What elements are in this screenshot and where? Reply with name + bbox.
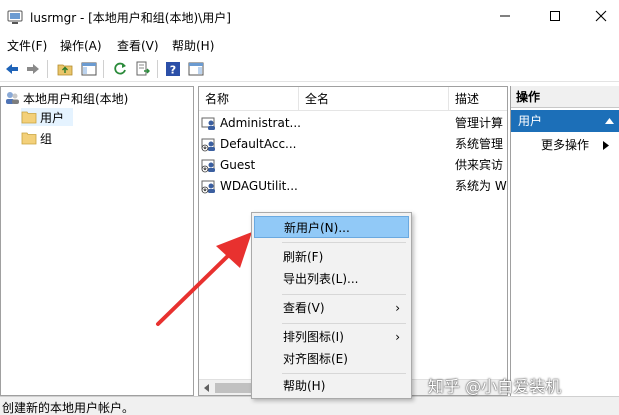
show-pane-icon	[81, 62, 97, 76]
submenu-chevron-icon: ›	[395, 330, 400, 344]
ctx-export-list-label: 导出列表(L)...	[283, 272, 359, 286]
close-button[interactable]	[578, 0, 619, 32]
show-action-pane-button[interactable]	[186, 59, 206, 79]
column-header-description[interactable]: 描述	[449, 87, 507, 111]
user-row-guest[interactable]: Guest	[201, 155, 255, 175]
tree-item-users[interactable]: 用户	[21, 108, 73, 126]
status-text: 创建新的本地用户帐户。	[2, 401, 135, 415]
menu-bar: 文件(F) 操作(A) 查看(V) 帮助(H)	[0, 34, 619, 56]
collapse-up-icon	[605, 118, 614, 124]
toolbar: ?	[0, 56, 619, 82]
user-name: Administrat...	[220, 116, 301, 130]
column-header-fullname[interactable]: 全名	[299, 87, 449, 111]
context-menu: 新用户(N)... 刷新(F) 导出列表(L)... 查看(V) › 排列图标(…	[251, 212, 412, 399]
minimize-button[interactable]	[482, 0, 528, 32]
up-one-level-button[interactable]	[55, 59, 75, 79]
folder-icon	[21, 132, 37, 145]
maximize-icon	[550, 11, 560, 21]
menu-action[interactable]: 操作(A)	[60, 37, 102, 54]
ctx-refresh[interactable]: 刷新(F)	[254, 246, 409, 268]
back-arrow-icon	[6, 64, 18, 74]
ctx-refresh-label: 刷新(F)	[283, 250, 324, 264]
user-row-defaultaccount[interactable]: DefaultAcc...	[201, 134, 296, 154]
tree-root-label: 本地用户和组(本地)	[23, 91, 129, 106]
export-list-icon	[136, 61, 150, 76]
watermark: 知乎 @小白爱装机	[428, 377, 562, 396]
menu-view[interactable]: 查看(V)	[117, 37, 159, 54]
refresh-button[interactable]	[110, 59, 130, 79]
menu-help[interactable]: 帮助(H)	[172, 37, 214, 54]
ctx-new-user[interactable]: 新用户(N)...	[254, 216, 409, 238]
ctx-new-user-label: 新用户(N)...	[284, 221, 350, 235]
action-section-label: 用户	[518, 114, 543, 128]
ctx-view[interactable]: 查看(V) ›	[254, 297, 409, 319]
ctx-arrange-icons-label: 排列图标(I)	[283, 330, 344, 344]
ctx-arrange-icons[interactable]: 排列图标(I) ›	[254, 326, 409, 348]
svg-text:?: ?	[170, 64, 176, 77]
scroll-left-icon	[204, 384, 209, 392]
user-description: 系统为 W	[455, 179, 507, 193]
user-icon	[201, 117, 215, 130]
action-pane-icon	[188, 62, 204, 76]
ctx-line-up-icons-label: 对齐图标(E)	[283, 352, 348, 366]
up-folder-icon	[57, 64, 73, 76]
tree-item-users-label: 用户	[40, 110, 65, 125]
ctx-view-label: 查看(V)	[283, 301, 325, 315]
more-actions-label: 更多操作	[541, 138, 590, 152]
column-header-name[interactable]: 名称	[199, 87, 299, 111]
disabled-user-icon	[201, 138, 215, 152]
show-hide-tree-button[interactable]	[79, 59, 99, 79]
more-actions-item[interactable]: 更多操作	[541, 136, 609, 154]
back-button[interactable]	[2, 59, 22, 79]
ctx-export-list[interactable]: 导出列表(L)...	[254, 268, 409, 290]
maximize-button[interactable]	[532, 0, 578, 32]
user-description: 系统管理	[455, 137, 504, 151]
ctx-help[interactable]: 帮助(H)	[254, 375, 409, 397]
ctx-help-label: 帮助(H)	[283, 379, 326, 393]
disabled-user-icon	[201, 159, 215, 173]
user-name: Guest	[220, 158, 256, 172]
refresh-icon	[114, 62, 126, 75]
user-name: WDAGUtilit...	[220, 179, 298, 193]
user-description: 管理计算	[455, 116, 504, 130]
user-description: 供来宾访	[455, 158, 504, 172]
computer-management-icon	[7, 10, 23, 24]
user-row-wdagutility[interactable]: WDAGUtilit...	[201, 176, 298, 196]
action-section-users[interactable]: 用户	[511, 110, 619, 132]
users-groups-icon	[6, 92, 19, 104]
ctx-line-up-icons[interactable]: 对齐图标(E)	[254, 348, 409, 370]
tree-item-groups-label: 组	[40, 131, 53, 146]
export-list-button[interactable]	[133, 59, 153, 79]
annotation-arrow	[156, 232, 252, 326]
user-name: DefaultAcc...	[220, 137, 297, 151]
help-button[interactable]: ?	[163, 59, 183, 79]
title-bar: lusrmgr - [本地用户和组(本地)\用户]	[0, 0, 619, 34]
user-row-administrator[interactable]: Administrat...	[201, 113, 301, 133]
menu-file[interactable]: 文件(F)	[7, 37, 47, 54]
close-icon	[595, 10, 607, 22]
chevron-right-icon	[602, 141, 609, 150]
tree-item-groups[interactable]: 组	[21, 129, 52, 147]
action-pane: 操作 用户 更多操作	[510, 86, 619, 396]
tree-root[interactable]: 本地用户和组(本地)	[4, 89, 128, 107]
help-icon: ?	[166, 62, 180, 77]
action-pane-header: 操作	[511, 86, 619, 108]
window-title: lusrmgr - [本地用户和组(本地)\用户]	[30, 11, 231, 25]
forward-button[interactable]	[23, 59, 43, 79]
forward-arrow-icon	[27, 64, 39, 74]
folder-icon	[21, 111, 37, 124]
minimize-icon	[500, 15, 510, 17]
disabled-user-icon	[201, 180, 215, 194]
submenu-chevron-icon: ›	[395, 301, 400, 315]
